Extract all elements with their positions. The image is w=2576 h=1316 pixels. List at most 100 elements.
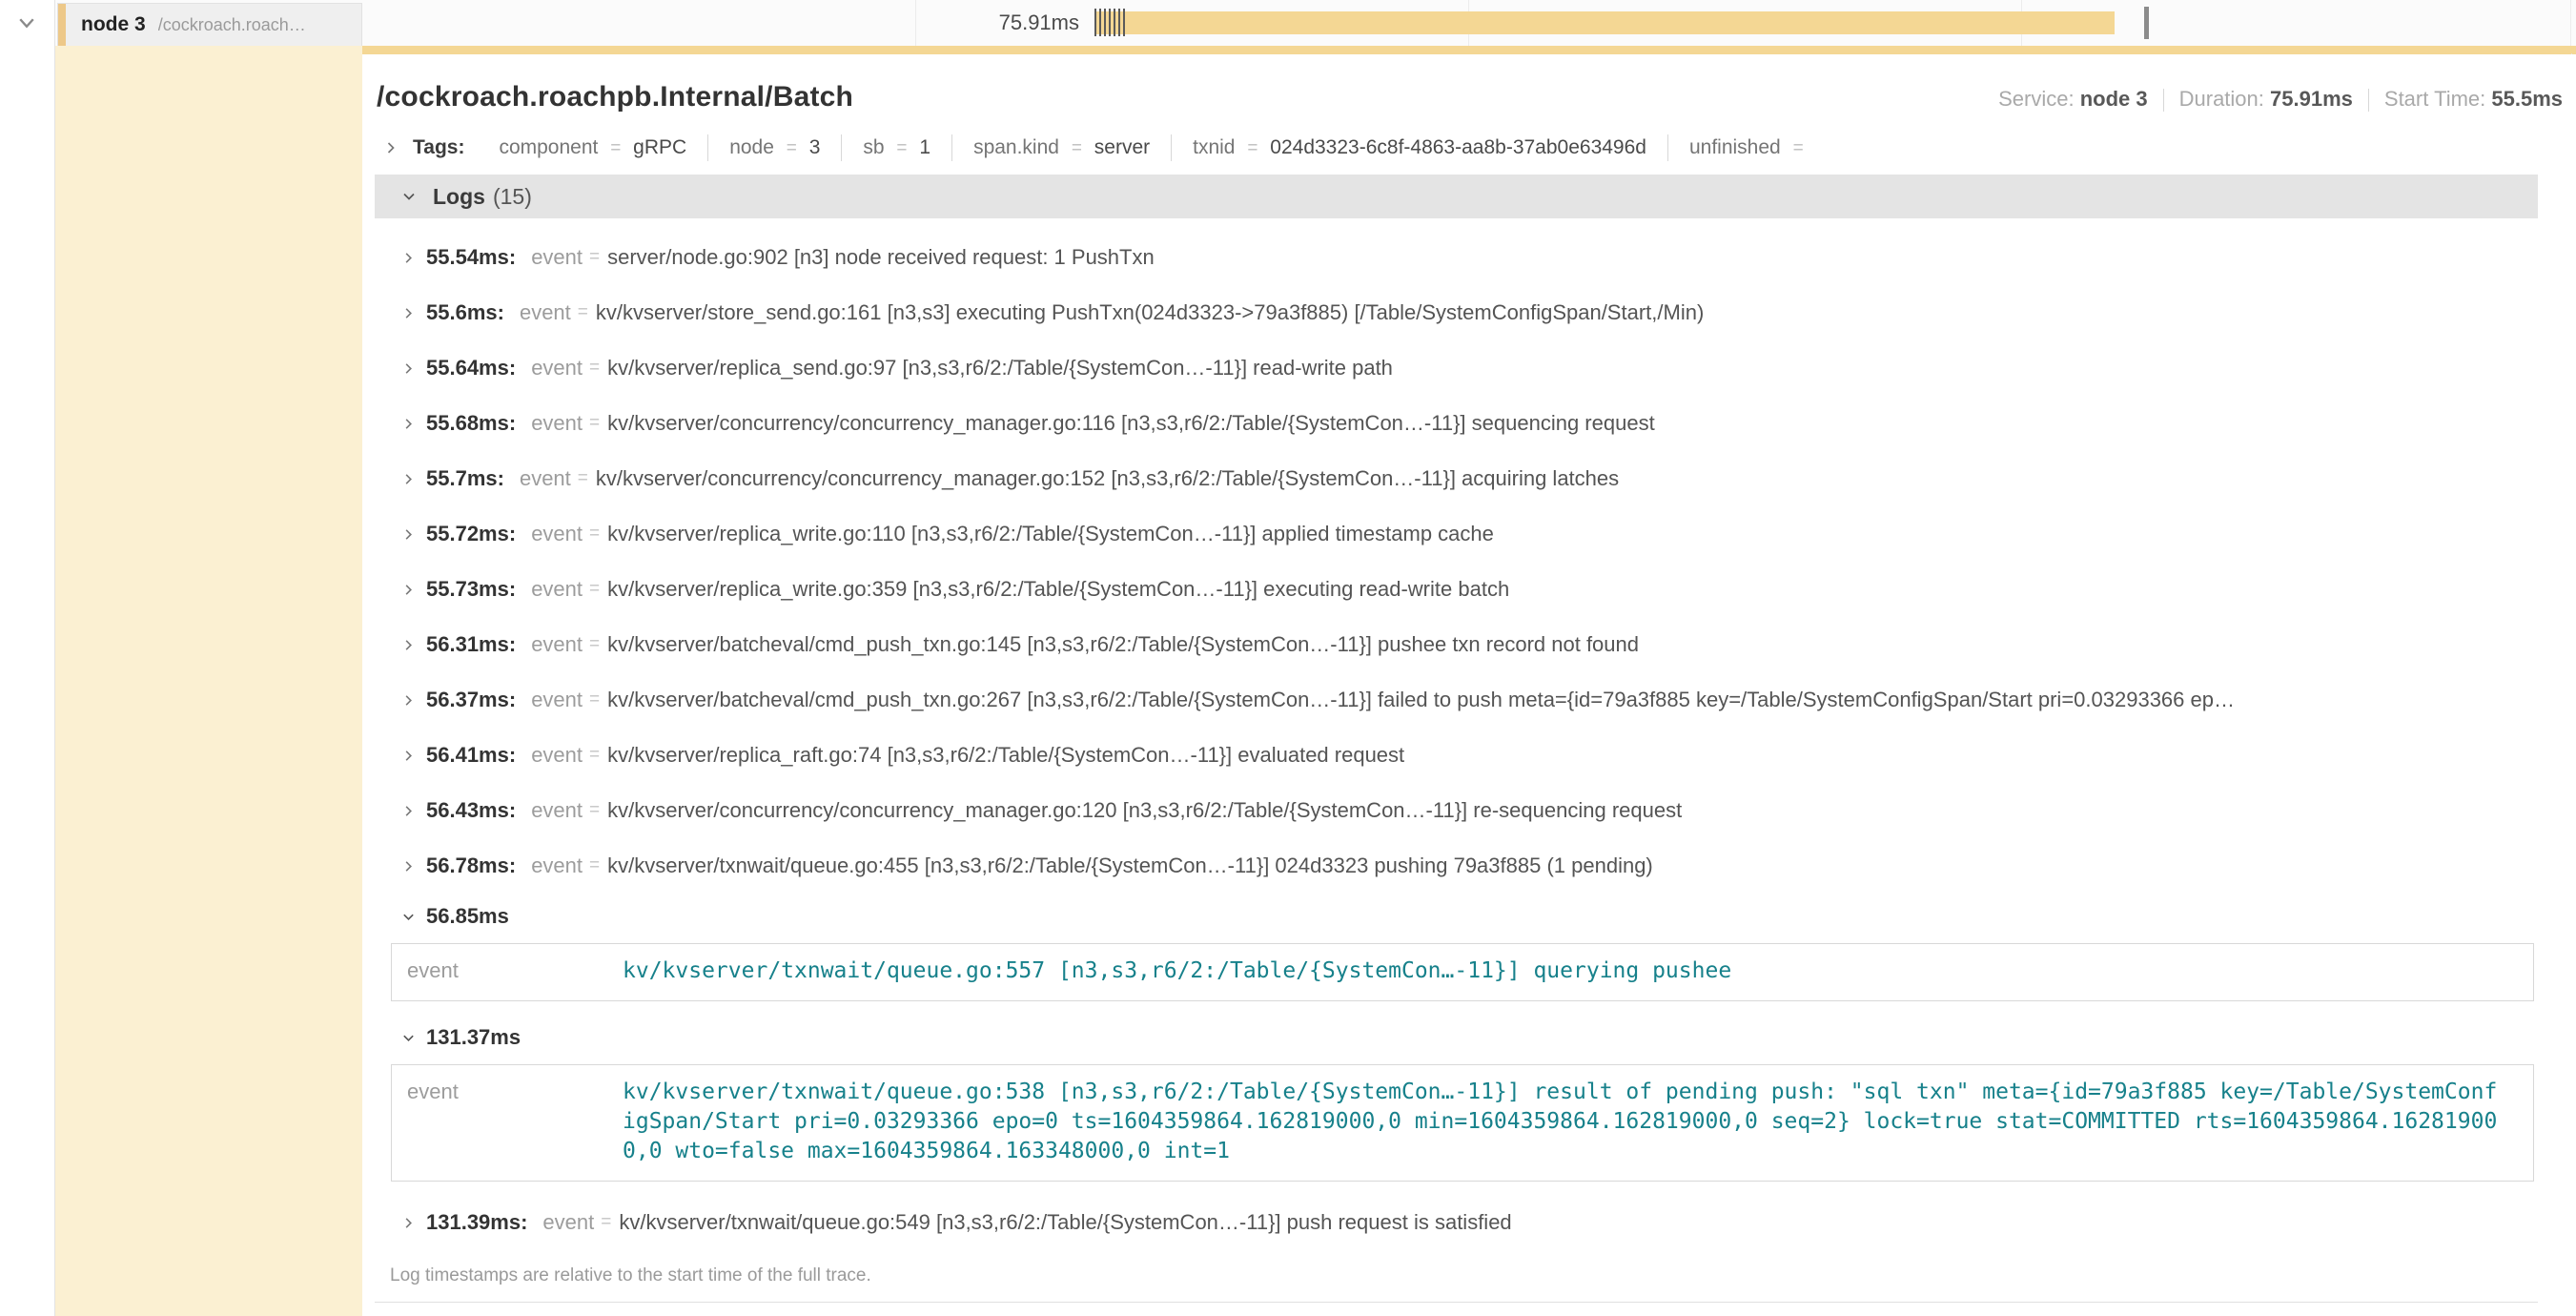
chevron-right-icon[interactable] [398,749,419,763]
equals-sign: = [1793,138,1804,158]
log-row[interactable]: 55.72ms: event = kv/kvserver/replica_wri… [375,506,2538,562]
equals-sign: = [589,689,600,710]
logs-header[interactable]: Logs (15) [375,175,2538,218]
log-timestamp: 131.39ms: [426,1210,527,1235]
tag-item[interactable]: unfinished = [1667,134,1831,161]
log-timestamp: 56.43ms: [426,798,516,823]
log-row[interactable]: 55.7ms: event = kv/kvserver/concurrency/… [375,451,2538,506]
log-field-key: event [531,411,583,436]
log-field-key: event [531,245,583,270]
chevron-right-icon[interactable] [398,859,419,874]
log-row[interactable]: 56.31ms: event = kv/kvserver/batcheval/c… [375,617,2538,672]
chevron-right-icon[interactable] [398,417,419,431]
log-message: kv/kvserver/replica_write.go:359 [n3,s3,… [607,577,2538,602]
log-list: 55.54ms: event = server/node.go:902 [n3]… [375,218,2538,1250]
log-row[interactable]: 56.37ms: event = kv/kvserver/batcheval/c… [375,672,2538,728]
log-field-key: event [531,577,583,602]
log-message: server/node.go:902 [n3] node received re… [607,245,2538,270]
log-timestamp: 55.68ms: [426,411,516,436]
tag-list: component = gRPC node = 3 sb = 1 span.ki… [478,134,1830,161]
tag-value: 3 [809,136,821,158]
chevron-right-icon[interactable] [398,583,419,597]
span-name-tab[interactable]: node 3 /cockroach.roach… [57,3,362,46]
log-message: kv/kvserver/replica_raft.go:74 [n3,s3,r6… [607,743,2538,768]
tag-item[interactable]: component = gRPC [478,134,707,161]
span-operation-name: /cockroach.roach… [158,15,306,35]
start-time-label: Start Time: [2384,87,2485,111]
tag-key: node [729,136,774,158]
timeline-gridline [915,0,916,46]
log-timestamp: 55.73ms: [426,577,516,602]
log-row[interactable]: 131.39ms: event = kv/kvserver/txnwait/qu… [375,1195,2538,1250]
duration-label: Duration: [2179,87,2264,111]
chevron-right-icon[interactable] [398,804,419,818]
log-row[interactable]: 55.6ms: event = kv/kvserver/store_send.g… [375,285,2538,340]
tag-key: component [499,136,598,158]
log-row[interactable]: 56.43ms: event = kv/kvserver/concurrency… [375,783,2538,838]
tag-item[interactable]: span.kind = server [951,134,1171,161]
log-message: kv/kvserver/replica_send.go:97 [n3,s3,r6… [607,356,2538,380]
chevron-right-icon[interactable] [398,638,419,652]
log-row[interactable]: 56.85ms [375,894,2538,939]
log-field-key: event [531,632,583,657]
chevron-right-icon[interactable] [398,472,419,486]
equals-sign: = [589,358,600,379]
log-field-key: event [392,1065,623,1181]
chevron-right-icon[interactable] [380,140,401,155]
equals-sign: = [787,138,797,158]
timeline-gridline [2570,0,2571,46]
log-row[interactable]: 55.68ms: event = kv/kvserver/concurrency… [375,396,2538,451]
log-timestamp: 55.7ms: [426,466,504,491]
log-row[interactable]: 131.37ms [375,1015,2538,1060]
chevron-right-icon[interactable] [398,693,419,708]
start-time-value: 55.5ms [2491,87,2563,111]
chevron-right-icon[interactable] [398,251,419,265]
chevron-right-icon[interactable] [398,306,419,320]
log-tick-marks [1094,9,1125,36]
equals-sign: = [589,413,600,434]
log-message: kv/kvserver/concurrency/concurrency_mana… [607,798,2538,823]
tag-value: 024d3323-6c8f-4863-aa8b-37ab0e63496d [1270,136,1646,158]
chevron-right-icon[interactable] [398,1216,419,1230]
tag-key: txnid [1193,136,1235,158]
log-row[interactable]: 56.41ms: event = kv/kvserver/replica_raf… [375,728,2538,783]
equals-sign: = [1247,138,1257,158]
span-duration-label: 75.91ms [999,0,1079,46]
equals-sign: = [610,138,621,158]
chevron-right-icon[interactable] [398,527,419,542]
equals-sign: = [601,1212,611,1233]
tag-item[interactable]: node = 3 [707,134,841,161]
log-message: kv/kvserver/concurrency/concurrency_mana… [607,411,2538,436]
chevron-down-icon[interactable] [399,189,419,204]
equals-sign: = [589,855,600,876]
log-entry-expanded: 56.85ms event kv/kvserver/txnwait/queue.… [375,894,2538,1001]
chevron-right-icon[interactable] [398,361,419,376]
tag-key: span.kind [973,136,1059,158]
detail-row-top-accent [55,46,2576,54]
log-row[interactable]: 55.54ms: event = server/node.go:902 [n3]… [375,230,2538,285]
log-row[interactable]: 55.73ms: event = kv/kvserver/replica_wri… [375,562,2538,617]
log-message: kv/kvserver/batcheval/cmd_push_txn.go:26… [607,688,2538,712]
log-field-key: event [392,944,623,1000]
log-timestamp: 55.64ms: [426,356,516,380]
log-field-row: event kv/kvserver/txnwait/queue.go:557 [… [392,944,2533,1000]
log-row[interactable]: 56.78ms: event = kv/kvserver/txnwait/que… [375,838,2538,894]
chevron-down-icon[interactable] [398,910,419,924]
span-bar[interactable] [1096,11,2115,34]
tag-key: sb [863,136,884,158]
log-field-key: event [531,688,583,712]
trace-timeline-header: 75.91ms [0,0,2576,46]
divider [2163,89,2164,112]
tag-item[interactable]: sb = 1 [841,134,951,161]
equals-sign: = [589,579,600,600]
chevron-down-icon[interactable] [15,11,38,34]
tag-item[interactable]: txnid = 024d3323-6c8f-4863-aa8b-37ab0e63… [1171,134,1667,161]
tags-row[interactable]: Tags: component = gRPC node = 3 sb = 1 s… [375,119,2572,175]
log-message: kv/kvserver/store_send.go:161 [n3,s3] ex… [596,300,2538,325]
chevron-down-icon[interactable] [398,1031,419,1045]
log-field-key: event [531,743,583,768]
log-row[interactable]: 55.64ms: event = kv/kvserver/replica_sen… [375,340,2538,396]
log-timestamp: 131.37ms [426,1025,521,1050]
log-fields-table: event kv/kvserver/txnwait/queue.go:538 [… [391,1064,2534,1182]
tag-key: unfinished [1689,136,1781,158]
